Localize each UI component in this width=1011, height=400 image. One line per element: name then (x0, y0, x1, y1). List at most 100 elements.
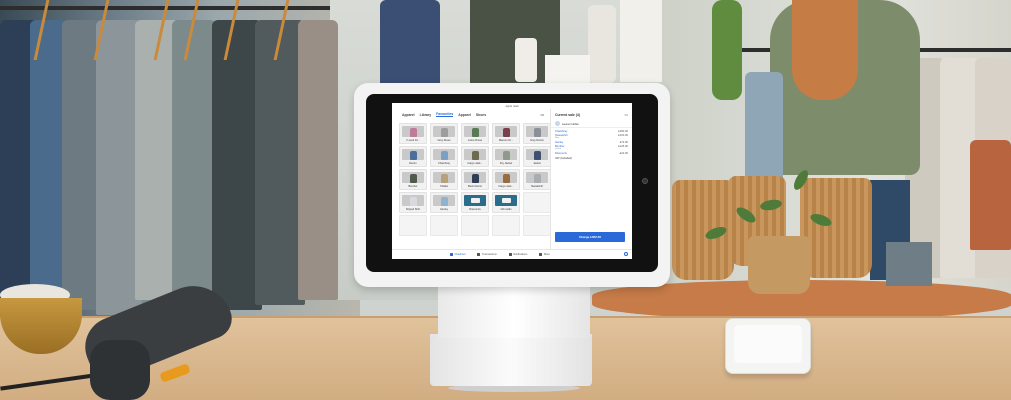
item-label: Grey Dress (437, 139, 451, 142)
gift-card-icon (501, 198, 511, 203)
item-thumbnail (464, 172, 486, 183)
item-thumbnail (464, 126, 486, 137)
garment-icon (533, 151, 541, 160)
item-thumbnail (495, 149, 517, 160)
garment-icon (440, 128, 448, 137)
garment (970, 140, 1011, 250)
empty-tile[interactable] (461, 215, 489, 236)
item-thumbnail (495, 126, 517, 137)
item-label: Maroon Dr... (498, 139, 514, 142)
action-thumbnail (464, 195, 486, 206)
ticket-header: Current sale (4) ••• (551, 109, 632, 120)
nav-more[interactable]: More (539, 253, 550, 256)
category-tabs: Apparel Library Favourites Apparel Shoes ••• (392, 109, 550, 120)
line-item-price: £100.00 (618, 134, 628, 138)
line-item-price: £72.00 (619, 140, 628, 144)
item-tile[interactable]: A-line Dress (461, 123, 489, 144)
item-tile[interactable]: Maroon Dr... (492, 123, 520, 144)
help-icon[interactable] (624, 252, 628, 256)
item-tile[interactable]: Buck Denim (461, 169, 489, 190)
menu-icon (539, 253, 543, 256)
item-thumbnail (433, 172, 455, 183)
garment-icon (440, 151, 448, 160)
nav-notifications[interactable]: Notifications (508, 253, 528, 256)
empty-tile[interactable] (399, 215, 427, 236)
checkout-icon (450, 253, 453, 256)
item-tile[interactable]: Grey Denim (523, 123, 551, 144)
tab-favourites[interactable]: Favourites (436, 112, 454, 117)
item-label: Cargo Jack... (467, 162, 483, 165)
item-thumbnail (402, 172, 424, 183)
box (620, 0, 662, 82)
garment-icon (471, 128, 479, 137)
nav-label: Checkout (454, 253, 466, 256)
item-label: Buck Denim (468, 185, 482, 188)
item-thumbnail (495, 172, 517, 183)
vat-label: VAT (Included) (555, 156, 572, 160)
garment-icon (502, 151, 510, 160)
basket (800, 178, 872, 278)
tab-apparel[interactable]: Apparel (458, 113, 471, 117)
empty-tile[interactable] (492, 215, 520, 236)
nav-transactions[interactable]: Transactions (477, 253, 497, 256)
item-tile[interactable]: Khakis (430, 169, 458, 190)
item-tile[interactable]: Denim (399, 146, 427, 167)
line-item-name: Discounts (555, 151, 567, 155)
item-tile[interactable]: Bomber (399, 169, 427, 190)
item-tile[interactable]: Sweatshirt (523, 169, 551, 190)
item-thumbnail (433, 126, 455, 137)
item-thumbnail (433, 195, 455, 206)
item-tile[interactable]: Henley (430, 192, 458, 213)
item-tile[interactable]: Grey Dress (430, 123, 458, 144)
empty-tile[interactable] (523, 192, 551, 213)
garment (298, 20, 338, 300)
item-thumbnail (526, 149, 548, 160)
item-tile[interactable]: V-neck Dr... (399, 123, 427, 144)
item-tile[interactable]: Cargo Jack... (461, 146, 489, 167)
item-label: Khakis (440, 185, 448, 188)
garment-icon (533, 174, 541, 183)
action-tile-discounts[interactable]: Discounts (461, 192, 489, 213)
nav-label: Notifications (513, 253, 528, 256)
line-item-name: Chambray (555, 129, 568, 133)
item-library-pane: Apparel Library Favourites Apparel Shoes ••• … (392, 109, 551, 249)
ticket-more-button[interactable]: ••• (624, 113, 628, 117)
ticket-title: Current sale (4) (555, 112, 580, 117)
line-item-name: Henley (555, 140, 564, 144)
empty-tile[interactable] (430, 215, 458, 236)
item-label: Striped Shirt (405, 208, 421, 211)
garment-icon (502, 174, 510, 183)
empty-tile[interactable] (523, 215, 551, 236)
item-grid: V-neck Dr... Grey Dress A-line Dress Maroon… (399, 123, 551, 236)
line-item-price: £125.00 (618, 145, 628, 149)
garment-icon (409, 197, 417, 206)
vase (588, 5, 616, 83)
garment (172, 20, 216, 305)
item-thumbnail (526, 126, 548, 137)
item-tile[interactable]: Cargo Jack... (492, 169, 520, 190)
card-reader (725, 318, 811, 374)
customer-name: Lauren Noble (562, 121, 579, 126)
tab-library[interactable]: Library (420, 113, 432, 117)
tabs-more-button[interactable]: ••• (540, 113, 544, 117)
tab-apparel[interactable]: Apparel (402, 113, 415, 117)
item-tile[interactable]: Dry Jacket (492, 146, 520, 167)
action-tile-gift-cards[interactable]: Gift cards (492, 192, 520, 213)
bottom-nav: Checkout Transactions Notifications More (392, 249, 632, 259)
item-tile[interactable]: Striped Shirt (399, 192, 427, 213)
line-item-price: £180.00 (618, 129, 628, 133)
nav-checkout[interactable]: Checkout (450, 253, 465, 256)
item-label: A-line Dress (467, 139, 483, 142)
item-label: V-neck Dr... (406, 139, 420, 142)
item-label: Grey Denim (530, 139, 544, 142)
item-label: Denim (409, 162, 417, 165)
item-tile[interactable]: Jacket (523, 146, 551, 167)
item-thumbnail (402, 149, 424, 160)
tab-shoes[interactable]: Shoes (476, 113, 486, 117)
charge-button[interactable]: Charge £352.00 (555, 232, 625, 242)
item-tile[interactable]: Chambray (430, 146, 458, 167)
pos-screen: Apple retail Apparel Library Favourites App… (392, 103, 632, 259)
item-label: Cargo Jack... (498, 185, 514, 188)
customer-row[interactable]: Lauren Noble (551, 120, 632, 128)
item-label: Henley (439, 208, 449, 211)
